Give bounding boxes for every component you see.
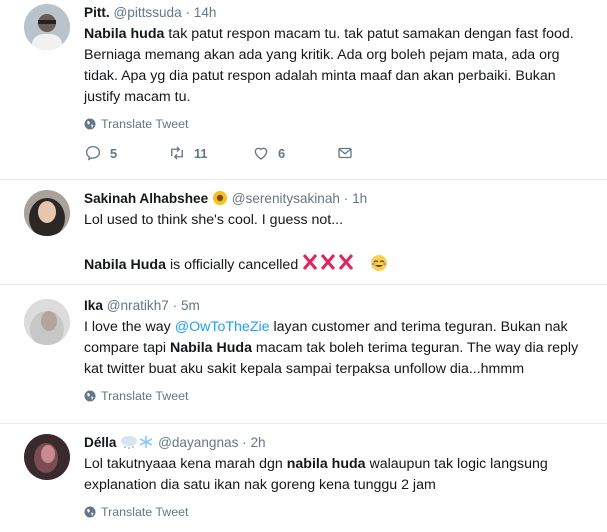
text-line: Nabila Huda is officially cancelled (84, 252, 595, 276)
tweet-text: Nabila huda tak patut respon macam tu. t… (84, 24, 595, 108)
timestamp[interactable]: 14h (194, 5, 217, 20)
tweet-header: Sakinah Alhabshee @serenitysakinah · 1h (84, 190, 595, 208)
translate-tweet-link[interactable]: Translate Tweet (84, 389, 595, 403)
globe-icon (84, 390, 96, 402)
reply-button[interactable]: 5 (84, 144, 168, 162)
display-name[interactable]: Sakinah Alhabshee (84, 191, 208, 206)
user-handle[interactable]: @dayangnas (158, 435, 238, 450)
tweet[interactable]: Sakinah Alhabshee @serenitysakinah · 1h … (0, 180, 607, 284)
avatar[interactable] (24, 299, 70, 345)
bold-text: Nabila huda (84, 26, 165, 42)
laughing-face-icon (371, 255, 388, 271)
timestamp[interactable]: 5m (181, 298, 200, 313)
mention-link[interactable]: @OwToTheZie (175, 319, 270, 335)
cloud-snow-icon (121, 436, 153, 449)
avatar-image (24, 190, 70, 236)
separator-dot: · (172, 298, 178, 313)
text-segment: I love the way (84, 319, 175, 335)
sunflower-icon (212, 191, 227, 205)
avatar[interactable] (24, 190, 70, 236)
bold-text: nabila huda (286, 456, 366, 472)
cross-mark-icons (303, 254, 354, 270)
tweet-text: Lol used to think she's cool. I guess no… (84, 210, 595, 276)
tweet-text: I love the way @OwToTheZie layan custome… (84, 317, 595, 380)
envelope-icon (338, 147, 352, 159)
direct-message-button[interactable] (336, 144, 420, 162)
user-handle[interactable]: @pittssuda (113, 5, 181, 20)
translate-label: Translate Tweet (101, 389, 189, 403)
tweet-header: Ika @nratikh7 · 5m (84, 297, 595, 315)
display-name[interactable]: Délla (84, 435, 117, 450)
user-handle[interactable]: @serenitysakinah (232, 191, 340, 206)
timestamp[interactable]: 2h (250, 435, 265, 450)
display-name[interactable]: Pitt. (84, 5, 110, 20)
text-segment: Lol takutnyaaa kena marah dgn (84, 456, 287, 472)
avatar[interactable] (24, 4, 70, 50)
like-button[interactable]: 6 (252, 144, 336, 162)
tweet[interactable]: Délla @dayangnas · 2h Lol takutnyaaa ken… (0, 424, 607, 532)
avatar-image (24, 4, 70, 50)
display-name[interactable]: Ika (84, 298, 103, 313)
retweet-icon (171, 146, 183, 160)
globe-icon (84, 118, 96, 130)
avatar[interactable] (24, 434, 70, 480)
tweet[interactable]: Pitt. @pittssuda · 14h Nabila huda tak p… (0, 0, 607, 180)
reply-count: 5 (110, 145, 118, 161)
separator-dot: · (185, 5, 190, 20)
avatar-image (24, 299, 70, 345)
avatar-image (24, 434, 70, 480)
separator-dot: · (242, 435, 247, 450)
tweet-text: Lol takutnyaaa kena marah dgn nabila hud… (84, 454, 595, 496)
user-handle[interactable]: @nratikh7 (107, 298, 169, 313)
tweet-feed: Pitt. @pittssuda · 14h Nabila huda tak p… (0, 0, 607, 532)
tweet-header: Pitt. @pittssuda · 14h (84, 4, 595, 22)
bold-text: Nabila Huda (169, 340, 252, 356)
bold-text: Nabila Huda (84, 257, 166, 273)
retweet-count: 11 (194, 145, 208, 161)
text-segment: is officially cancelled (166, 257, 299, 273)
translate-label: Translate Tweet (101, 505, 189, 519)
timestamp[interactable]: 1h (352, 191, 367, 206)
translate-tweet-link[interactable]: Translate Tweet (84, 505, 595, 519)
text-line: Lol used to think she's cool. I guess no… (84, 212, 344, 228)
retweet-button[interactable]: 11 (168, 144, 252, 162)
tweet[interactable]: Ika @nratikh7 · 5m I love the way @OwToT… (0, 285, 607, 423)
translate-label: Translate Tweet (101, 117, 189, 131)
separator-dot: · (343, 191, 349, 206)
reply-icon (85, 145, 101, 161)
globe-icon (84, 506, 96, 518)
like-count: 6 (278, 145, 286, 161)
tweet-actions: 5 11 6 (84, 144, 595, 162)
tweet-header: Délla @dayangnas · 2h (84, 434, 595, 452)
translate-tweet-link[interactable]: Translate Tweet (84, 117, 595, 131)
heart-icon (254, 147, 268, 160)
